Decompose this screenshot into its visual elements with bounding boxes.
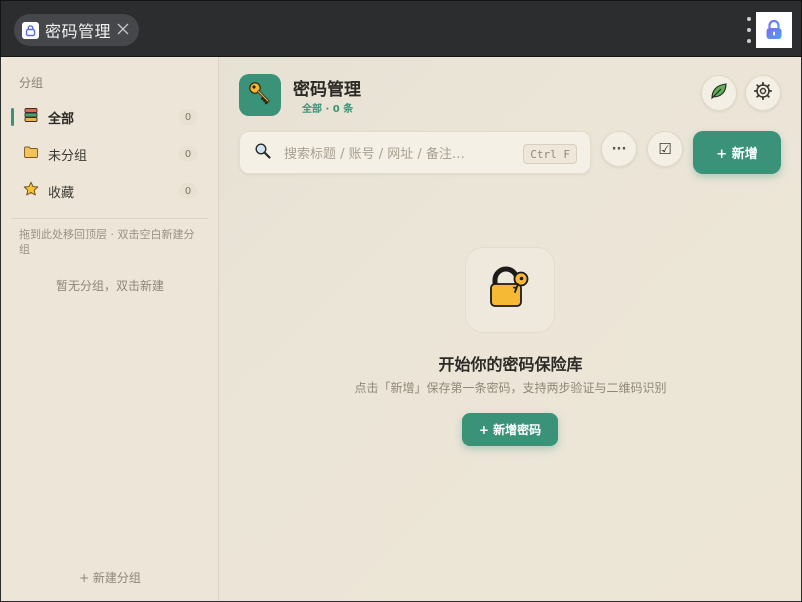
sidebar-empty-text: 暂无分组，双击新建 (55, 279, 164, 293)
add-entry-button[interactable]: + 新增 (693, 131, 781, 174)
favicon-icon (22, 21, 39, 39)
count-badge: 0 (179, 109, 197, 125)
settings-button[interactable] (745, 75, 781, 111)
close-icon[interactable] (115, 21, 131, 37)
key-icon (247, 80, 273, 110)
page-title: 密码管理 (293, 80, 361, 100)
add-password-button[interactable]: + 新增密码 (462, 413, 558, 446)
sidebar: 分组 全部 0 未分组 0 收藏 0 拖到此处移回顶层 · 双击空白新建分组 暂… (1, 57, 219, 601)
count-badge: 0 (179, 146, 197, 162)
sidebar-divider (11, 218, 208, 219)
empty-state-title: 开始你的密码保险库 (438, 355, 583, 374)
sidebar-header: 分组 (19, 76, 44, 90)
page-subtitle: 全部 · 0 条 (302, 104, 354, 115)
sidebar-item-all[interactable]: 全部 0 (11, 102, 199, 132)
tab-title: 密码管理 (45, 22, 112, 41)
shortcut-hint: Ctrl F (523, 144, 577, 164)
more-options-button[interactable]: ··· (601, 131, 637, 167)
app-logo (239, 74, 281, 116)
leaf-icon (709, 81, 729, 105)
batch-select-button[interactable]: ☑ (647, 131, 683, 167)
sidebar-item-ungrouped[interactable]: 未分组 0 (11, 139, 199, 169)
gear-icon (753, 81, 773, 105)
folder-icon (23, 144, 39, 164)
theme-button[interactable] (701, 75, 737, 111)
star-icon (23, 181, 39, 201)
padlock-key-icon (484, 262, 536, 318)
extension-lock-icon[interactable] (756, 12, 792, 48)
stack-icon (23, 107, 39, 127)
search-bar[interactable]: 搜索标题 / 账号 / 网址 / 备注… Ctrl F (239, 131, 591, 174)
sidebar-item-favorites[interactable]: 收藏 0 (11, 176, 199, 206)
sidebar-drop-hint[interactable]: 拖到此处移回顶层 · 双击空白新建分组 (19, 227, 201, 257)
count-badge: 0 (179, 183, 197, 199)
search-input[interactable]: 搜索标题 / 账号 / 网址 / 备注… (284, 143, 465, 162)
sidebar-item-label: 全部 (48, 111, 75, 127)
empty-state-description: 点击「新增」保存第一条密码，支持两步验证与二维码识别 (354, 381, 667, 395)
empty-state-illustration (465, 247, 555, 333)
sidebar-item-label: 收藏 (48, 185, 75, 201)
kebab-menu-icon[interactable] (745, 17, 753, 43)
search-icon (254, 142, 272, 164)
browser-titlebar: 密码管理 (0, 0, 802, 57)
new-group-button[interactable]: + 新建分组 (1, 569, 219, 586)
sidebar-item-label: 未分组 (48, 148, 88, 164)
browser-tab[interactable]: 密码管理 (14, 14, 139, 46)
app-window: 分组 全部 0 未分组 0 收藏 0 拖到此处移回顶层 · 双击空白新建分组 暂… (1, 57, 801, 601)
